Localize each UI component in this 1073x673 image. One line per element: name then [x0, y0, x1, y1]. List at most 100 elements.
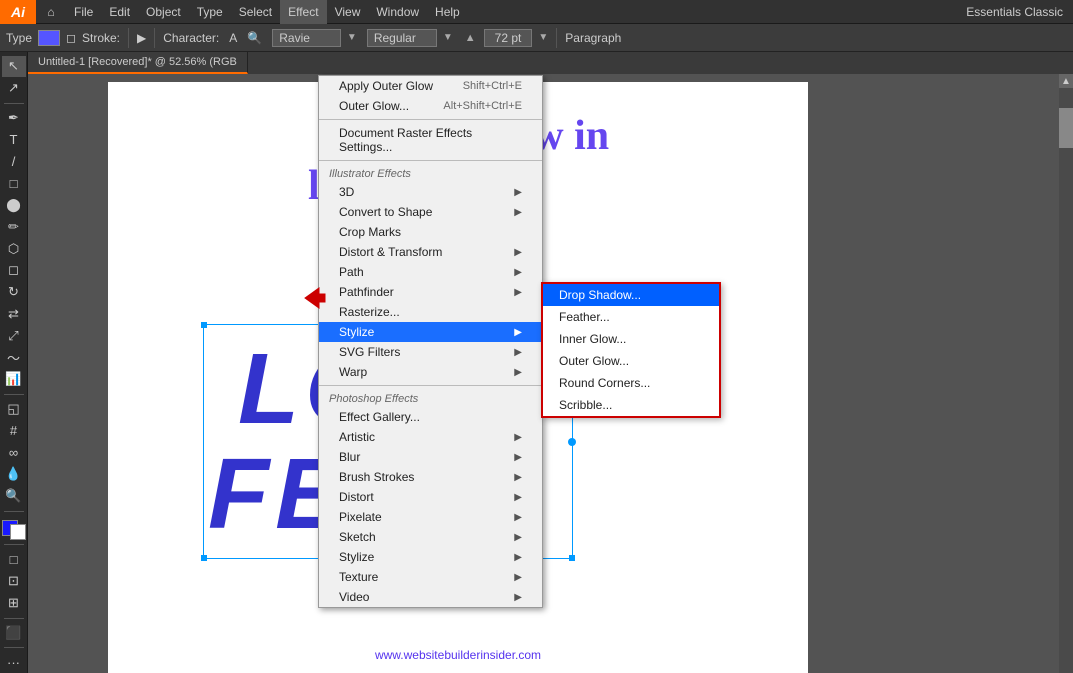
handle-br[interactable] — [569, 555, 575, 561]
separator — [128, 28, 129, 48]
background-color[interactable] — [10, 524, 26, 540]
up-icon[interactable]: ▲ — [465, 32, 476, 44]
rotate-tool[interactable]: ↻ — [2, 282, 26, 303]
gradient-tool[interactable]: ◱ — [2, 399, 26, 420]
draw-behind[interactable]: ⊡ — [2, 571, 26, 592]
item-artistic[interactable]: Artistic ▶ — [319, 427, 542, 447]
rect-tool[interactable]: □ — [2, 173, 26, 194]
menu-bar: Ai ⌂ File Edit Object Type Select Effect… — [0, 0, 1073, 24]
stylize-feather[interactable]: Feather... — [543, 306, 719, 328]
tool-sep5 — [4, 618, 24, 619]
apply-glow-shortcut: Shift+Ctrl+E — [463, 80, 522, 92]
size-dropdown-icon[interactable]: ▼ — [538, 32, 548, 43]
type-tool[interactable]: T — [2, 129, 26, 150]
eyedrop-tool[interactable]: 💧 — [2, 464, 26, 485]
home-icon[interactable]: ⌂ — [36, 0, 66, 24]
item-rasterize[interactable]: Rasterize... — [319, 302, 542, 322]
stylize-round-corners[interactable]: Round Corners... — [543, 372, 719, 394]
outer-glow-item[interactable]: Outer Glow... Alt+Shift+Ctrl+E — [319, 96, 542, 116]
reflect-tool[interactable]: ⇄ — [2, 304, 26, 325]
item-distort2[interactable]: Distort ▶ — [319, 487, 542, 507]
menu-object[interactable]: Object — [138, 0, 189, 24]
item-stylize2[interactable]: Stylize ▶ — [319, 547, 542, 567]
app-logo: Ai — [0, 0, 36, 24]
handle-tl[interactable] — [201, 322, 207, 328]
item-video[interactable]: Video ▶ — [319, 587, 542, 607]
stylize-drop-shadow[interactable]: Drop Shadow... — [543, 284, 719, 306]
doc-tabs: Untitled-1 [Recovered]* @ 52.56% (RGB — [28, 52, 1073, 74]
select-tool[interactable]: ↖ — [2, 56, 26, 77]
draw-inside[interactable]: ⊞ — [2, 593, 26, 614]
item-sketch[interactable]: Sketch ▶ — [319, 527, 542, 547]
item-crop[interactable]: Crop Marks — [319, 222, 542, 242]
menu-effect[interactable]: Effect — [280, 0, 326, 24]
item-convert[interactable]: Convert to Shape ▶ — [319, 202, 542, 222]
item-gallery[interactable]: Effect Gallery... — [319, 407, 542, 427]
photoshop-effects-label: Photoshop Effects — [319, 389, 542, 407]
draw-normal[interactable]: □ — [2, 549, 26, 570]
menu-select[interactable]: Select — [231, 0, 280, 24]
mesh-tool[interactable]: # — [2, 420, 26, 441]
handle-bl[interactable] — [201, 555, 207, 561]
font-size[interactable]: 72 pt — [484, 29, 533, 47]
pen-tool[interactable]: ✒ — [2, 107, 26, 128]
scale-tool[interactable]: ⤢ — [2, 325, 26, 346]
menu-window[interactable]: Window — [368, 0, 427, 24]
stylize-inner-glow[interactable]: Inner Glow... — [543, 328, 719, 350]
font-name[interactable]: Ravie — [272, 29, 341, 47]
menu-help[interactable]: Help — [427, 0, 468, 24]
color-swatch[interactable] — [38, 30, 60, 46]
expand-icon[interactable]: ▶ — [137, 31, 146, 45]
font-dropdown-icon[interactable]: ▼ — [347, 32, 357, 43]
item-warp[interactable]: Warp ▶ — [319, 362, 542, 382]
apply-outer-glow-item[interactable]: Apply Outer Glow Shift+Ctrl+E — [319, 76, 542, 96]
blend-tool[interactable]: ∞ — [2, 442, 26, 463]
item-texture[interactable]: Texture ▶ — [319, 567, 542, 587]
effect-menu: Apply Outer Glow Shift+Ctrl+E Outer Glow… — [318, 75, 543, 608]
style-dropdown-icon[interactable]: ▼ — [443, 32, 453, 43]
stylize-outer-glow[interactable]: Outer Glow... — [543, 350, 719, 372]
stylize-scribble[interactable]: Scribble... — [543, 394, 719, 416]
item-path[interactable]: Path ▶ — [319, 262, 542, 282]
more-tools[interactable]: ··· — [2, 652, 26, 673]
brush-tool[interactable]: ✏ — [2, 216, 26, 237]
item-pathfinder[interactable]: Pathfinder ▶ — [319, 282, 542, 302]
outer-glow-shortcut: Alt+Shift+Ctrl+E — [443, 100, 522, 112]
search-icon[interactable]: 🔍 — [247, 31, 262, 45]
line-tool[interactable]: / — [2, 151, 26, 172]
red-arrow-indicator — [301, 284, 325, 308]
item-stylize[interactable]: Stylize ▶ — [319, 322, 542, 342]
character-icon[interactable]: A — [229, 31, 237, 45]
tool-sep1 — [4, 103, 24, 104]
handle-mr[interactable] — [568, 438, 576, 446]
scroll-thumb[interactable] — [1059, 108, 1073, 148]
canvas-area: Untitled-1 [Recovered]* @ 52.56% (RGB ak… — [28, 52, 1073, 673]
eraser-tool[interactable]: ◻ — [2, 260, 26, 281]
menu-view[interactable]: View — [327, 0, 369, 24]
tool-sep4 — [4, 544, 24, 545]
color-selector[interactable] — [2, 520, 26, 541]
item-3d[interactable]: 3D ▶ — [319, 182, 542, 202]
item-distort[interactable]: Distort & Transform ▶ — [319, 242, 542, 262]
item-pixelate[interactable]: Pixelate ▶ — [319, 507, 542, 527]
scrollbar-right[interactable]: ▲ — [1059, 74, 1073, 673]
graph-tool[interactable]: 📊 — [2, 369, 26, 390]
scroll-up-btn[interactable]: ▲ — [1059, 74, 1073, 88]
doc-tab[interactable]: Untitled-1 [Recovered]* @ 52.56% (RGB — [28, 52, 248, 74]
font-style[interactable]: Regular — [367, 29, 437, 47]
zoom-tool[interactable]: 🔍 — [2, 486, 26, 507]
paint-tool[interactable]: ⬤ — [2, 195, 26, 216]
item-brush[interactable]: Brush Strokes ▶ — [319, 467, 542, 487]
blob-tool[interactable]: ⬡ — [2, 238, 26, 259]
stroke-label: Stroke: — [82, 31, 120, 45]
item-svg[interactable]: SVG Filters ▶ — [319, 342, 542, 362]
left-toolbar: ↖ ↗ ✒ T / □ ⬤ ✏ ⬡ ◻ ↻ ⇄ ⤢ 〜 📊 ◱ # ∞ 💧 🔍 … — [0, 52, 28, 673]
direct-select-tool[interactable]: ↗ — [2, 78, 26, 99]
menu-type[interactable]: Type — [189, 0, 231, 24]
warp-tool[interactable]: 〜 — [2, 347, 26, 368]
menu-edit[interactable]: Edit — [101, 0, 138, 24]
document-raster-item[interactable]: Document Raster Effects Settings... — [319, 123, 542, 157]
screen-mode[interactable]: ⬛ — [2, 622, 26, 643]
item-blur[interactable]: Blur ▶ — [319, 447, 542, 467]
menu-file[interactable]: File — [66, 0, 101, 24]
